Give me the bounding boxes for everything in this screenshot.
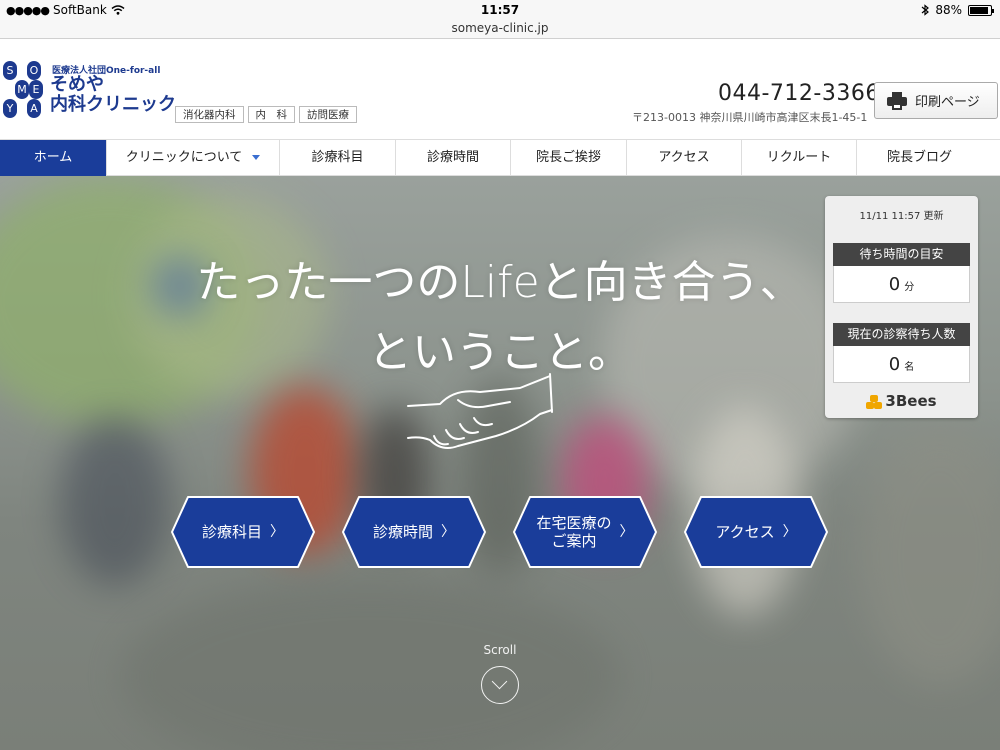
brand-name: 3Bees <box>885 392 937 410</box>
logo-letter: A <box>27 99 41 118</box>
logo-clinic-name[interactable]: そめや 内科クリニック <box>50 75 176 115</box>
status-time: 11:57 <box>480 3 520 17</box>
caret-down-icon <box>252 155 261 160</box>
logo-letter: Y <box>3 99 17 118</box>
button-home-care-label-1: 在宅医療の <box>536 514 612 532</box>
waiting-people-box: 現在の診察待ち人数 0名 <box>833 323 970 383</box>
chevron-right-icon: 〉 <box>619 524 634 540</box>
nav-label: 診療時間 <box>426 150 479 165</box>
wait-time-label: 待ち時間の目安 <box>833 243 970 266</box>
clinic-address: 〒213-0013 神奈川県川崎市高津区末長1-45-1 <box>632 111 868 124</box>
nav-item-home[interactable]: ホーム <box>0 140 107 176</box>
button-departments-label: 診療科目 <box>201 523 262 541</box>
ios-status-bar: ●●●●● SoftBank 11:57 88% <box>0 0 1000 20</box>
nav-label: リクルート <box>766 150 832 165</box>
waiting-people-label: 現在の診察待ち人数 <box>833 323 970 346</box>
wait-time-value-box: 0分 <box>833 266 970 303</box>
print-page-button[interactable]: 印刷ページ <box>874 82 998 119</box>
nav-label: 院長ブログ <box>886 150 952 165</box>
handshake-icon <box>407 373 553 449</box>
wait-time-value: 0 <box>888 274 901 295</box>
button-home-care[interactable]: 在宅医療の ご案内 〉 <box>512 495 658 569</box>
bluetooth-icon <box>921 4 930 16</box>
printer-icon <box>887 91 907 110</box>
url-text[interactable]: someya-clinic.jp <box>451 21 548 35</box>
button-departments[interactable]: 診療科目〉 <box>170 495 316 569</box>
wait-time-box: 待ち時間の目安 0分 <box>833 243 970 303</box>
nav-item-about[interactable]: クリニックについて <box>107 140 280 176</box>
department-tag: 内 科 <box>247 106 295 123</box>
logo-letter: M <box>15 80 29 99</box>
phone-number[interactable]: 044-712-3366 <box>718 81 880 106</box>
scroll-label: Scroll <box>483 643 517 657</box>
chevron-right-icon: 〉 <box>441 524 455 540</box>
print-page-label: 印刷ページ <box>915 95 980 110</box>
nav-item-departments[interactable]: 診療科目 <box>280 140 396 176</box>
nav-label: 院長ご挨拶 <box>535 150 601 165</box>
nav-label: 診療科目 <box>311 150 364 165</box>
nav-label: ホーム <box>33 150 73 165</box>
button-home-care-label-2: ご案内 <box>551 532 597 550</box>
honeycomb-icon <box>866 394 883 409</box>
wait-time-unit: 分 <box>904 282 915 293</box>
3bees-logo[interactable]: 3Bees <box>825 392 978 410</box>
logo-letter: S <box>3 61 17 80</box>
waiting-people-value-box: 0名 <box>833 346 970 383</box>
nav-item-greeting[interactable]: 院長ご挨拶 <box>511 140 627 176</box>
logo-name-line-1: そめや <box>50 74 104 95</box>
button-hours[interactable]: 診療時間〉 <box>341 495 487 569</box>
button-hours-label: 診療時間 <box>372 523 433 541</box>
logo-letter: E <box>29 80 43 99</box>
battery-percent: 88% <box>935 3 962 17</box>
logo-name-line-2: 内科クリニック <box>50 94 176 115</box>
site-header: S O M E Y A 医療法人社団One-for-all そめや 内科クリニッ… <box>0 39 1000 139</box>
button-access-label: アクセス <box>715 523 775 541</box>
department-tag: 訪問医療 <box>299 106 357 123</box>
department-tag: 消化器内科 <box>175 106 244 123</box>
logo-letter: O <box>27 61 41 80</box>
scroll-down-icon[interactable] <box>481 666 519 704</box>
waiting-people-value: 0 <box>888 354 901 375</box>
chevron-right-icon: 〉 <box>270 524 284 540</box>
widget-updated-time: 11/11 11:57 更新 <box>859 211 944 222</box>
department-tags: 消化器内科 内 科 訪問医療 <box>175 106 357 123</box>
main-nav: ホーム クリニックについて 診療科目 診療時間 院長ご挨拶 アクセス リクルート… <box>0 139 1000 176</box>
wait-time-widget: 11/11 11:57 更新 待ち時間の目安 0分 現在の診察待ち人数 0名 3… <box>825 196 978 418</box>
address-bar[interactable]: someya-clinic.jp <box>0 20 1000 39</box>
nav-item-recruit[interactable]: リクルート <box>742 140 857 176</box>
nav-item-hours[interactable]: 診療時間 <box>396 140 511 176</box>
waiting-people-unit: 名 <box>904 362 915 373</box>
battery-icon <box>968 4 994 16</box>
logo-mark[interactable]: S O M E Y A <box>3 61 45 118</box>
nav-label: アクセス <box>658 150 710 165</box>
nav-item-access[interactable]: アクセス <box>627 140 742 176</box>
nav-label: クリニックについて <box>125 150 243 165</box>
chevron-right-icon: 〉 <box>782 524 797 540</box>
nav-item-blog[interactable]: 院長ブログ <box>857 140 982 176</box>
button-access[interactable]: アクセス〉 <box>683 495 829 569</box>
